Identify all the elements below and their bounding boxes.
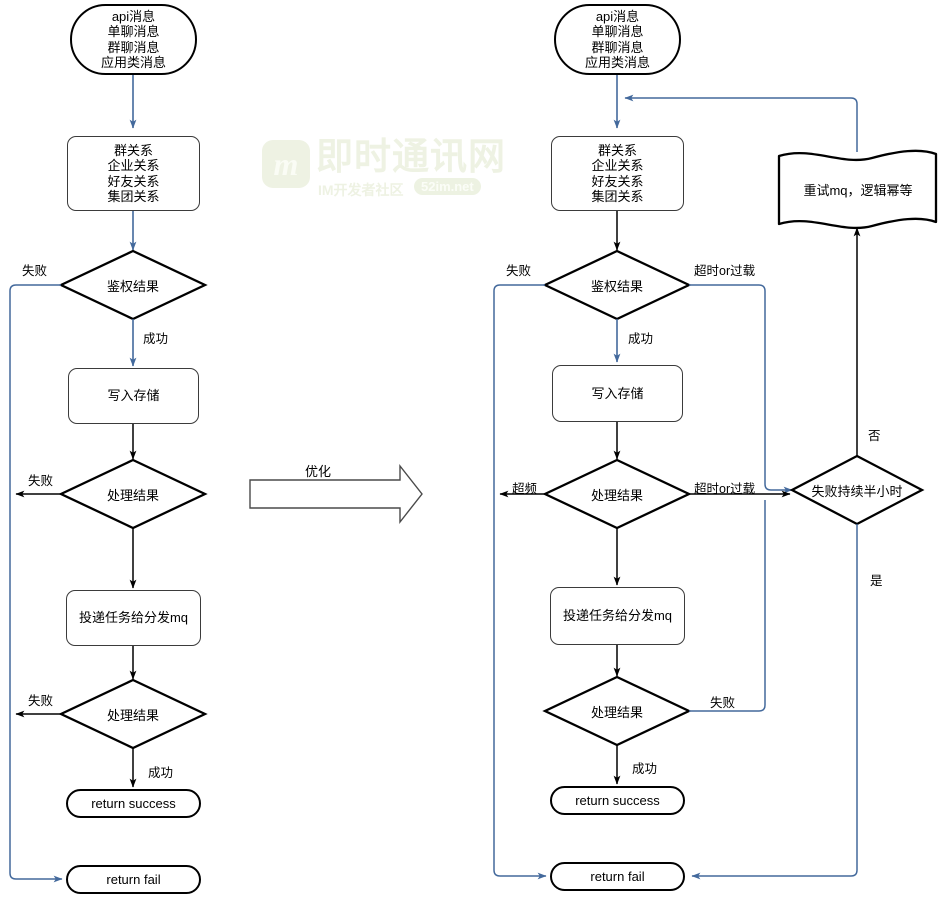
watermark-logo-icon: m xyxy=(262,140,310,188)
right-edge-result2-fail xyxy=(689,500,766,712)
left-result1-fail-edge-label: 失败 xyxy=(28,474,54,488)
left-start-label: api消息 单聊消息 群聊消息 应用类消息 xyxy=(100,8,166,70)
right-return-success-label: return success xyxy=(575,792,660,808)
right-auth-success-edge-label: 成功 xyxy=(628,332,654,346)
left-auth-success-edge-label: 成功 xyxy=(143,332,169,346)
left-edge-auth-fail xyxy=(9,284,63,883)
left-result-decision-1-label: 处理结果 xyxy=(106,487,159,503)
right-auth-decision-label: 鉴权结果 xyxy=(590,278,643,294)
flow-connectors xyxy=(9,75,938,883)
right-retry-doc-label: 重试mq，逻辑幂等 xyxy=(803,182,913,198)
left-relation-process[interactable]: 群关系 企业关系 好友关系 集团关系 xyxy=(67,136,200,211)
right-half-hour-yes-edge-label: 是 xyxy=(870,574,883,588)
transition-label: 优化 xyxy=(305,464,332,479)
right-edge-auth-timeout xyxy=(689,284,793,494)
right-return-fail-terminator[interactable]: return fail xyxy=(550,862,685,891)
right-edge-auth-fail xyxy=(493,284,547,880)
watermark-badge: 52im.net xyxy=(414,178,481,195)
right-result1-overfreq-edge-label: 超频 xyxy=(512,482,538,496)
right-write-storage-process[interactable]: 写入存储 xyxy=(552,365,683,422)
left-return-fail-label: return fail xyxy=(106,871,161,887)
left-result2-success-edge-label: 成功 xyxy=(148,766,174,780)
right-result-decision-1-label: 处理结果 xyxy=(590,487,643,503)
watermark-subtitle: IM开发者社区 xyxy=(318,182,404,198)
left-deliver-mq-label: 投递任务给分发mq xyxy=(78,610,189,626)
left-start-terminator[interactable]: api消息 单聊消息 群聊消息 应用类消息 xyxy=(70,4,197,75)
transition-arrow-shape xyxy=(249,463,423,525)
right-relation-process[interactable]: 群关系 企业关系 好友关系 集团关系 xyxy=(551,136,684,211)
right-start-terminator[interactable]: api消息 单聊消息 群聊消息 应用类消息 xyxy=(554,4,681,75)
right-deliver-mq-label: 投递任务给分发mq xyxy=(562,608,673,624)
right-result-decision-2[interactable]: 处理结果 xyxy=(562,699,672,723)
right-result-decision-2-label: 处理结果 xyxy=(590,704,643,720)
watermark-title: 即时通讯网 xyxy=(316,136,506,177)
left-return-success-terminator[interactable]: return success xyxy=(66,789,201,818)
right-half-hour-decision[interactable]: 失败持续半小时 xyxy=(800,478,914,502)
left-return-success-label: return success xyxy=(91,795,176,811)
left-write-storage-process[interactable]: 写入存储 xyxy=(68,368,199,424)
right-start-label: api消息 单聊消息 群聊消息 应用类消息 xyxy=(584,8,650,70)
left-result-decision-2[interactable]: 处理结果 xyxy=(78,702,188,726)
right-result1-timeout-edge-label: 超时or过载 xyxy=(694,482,756,496)
right-auth-timeout-edge-label: 超时or过载 xyxy=(694,264,756,278)
watermark: m 即时通讯网 IM开发者社区 52im.net xyxy=(262,136,505,212)
right-half-hour-decision-label: 失败持续半小时 xyxy=(811,483,903,499)
right-result-decision-1[interactable]: 处理结果 xyxy=(562,482,672,506)
right-deliver-mq-process[interactable]: 投递任务给分发mq xyxy=(550,587,685,645)
left-deliver-mq-process[interactable]: 投递任务给分发mq xyxy=(66,590,201,646)
right-return-fail-label: return fail xyxy=(590,868,645,884)
right-result2-success-edge-label: 成功 xyxy=(632,762,658,776)
left-auth-fail-edge-label: 失败 xyxy=(22,264,48,278)
right-auth-decision[interactable]: 鉴权结果 xyxy=(562,273,672,297)
left-return-fail-terminator[interactable]: return fail xyxy=(66,865,201,894)
left-result2-fail-edge-label: 失败 xyxy=(28,694,54,708)
left-auth-decision-label: 鉴权结果 xyxy=(106,278,159,294)
left-result-decision-2-label: 处理结果 xyxy=(106,707,159,723)
right-return-success-terminator[interactable]: return success xyxy=(550,786,685,815)
right-relation-label: 群关系 企业关系 好友关系 集团关系 xyxy=(591,142,644,204)
left-relation-label: 群关系 企业关系 好友关系 集团关系 xyxy=(107,142,160,204)
left-result-decision-1[interactable]: 处理结果 xyxy=(78,482,188,506)
right-result2-fail-edge-label: 失败 xyxy=(710,696,736,710)
left-auth-decision[interactable]: 鉴权结果 xyxy=(78,273,188,297)
left-write-storage-label: 写入存储 xyxy=(107,388,160,404)
right-half-hour-no-edge-label: 否 xyxy=(868,429,881,443)
right-write-storage-label: 写入存储 xyxy=(591,385,644,401)
flowchart-canvas: m 即时通讯网 IM开发者社区 52im.net api消息 单聊消息 群聊消息… xyxy=(0,0,940,897)
right-retry-doc[interactable]: 重试mq，逻辑幂等 xyxy=(784,178,932,200)
right-auth-fail-edge-label: 失败 xyxy=(506,264,532,278)
